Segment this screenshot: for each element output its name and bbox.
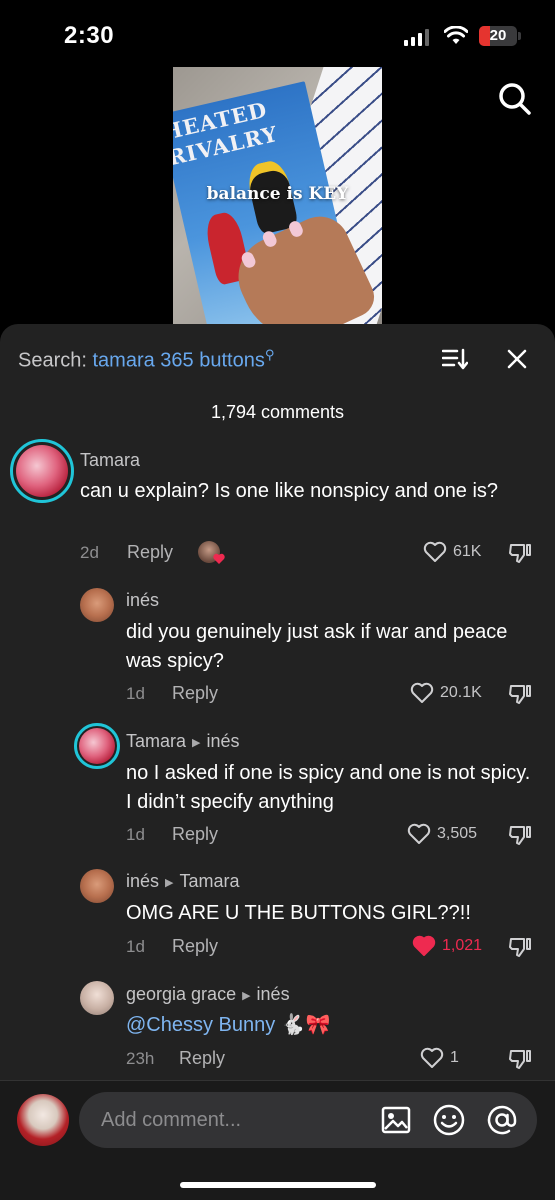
comment-emoji: 🐇🎀 (280, 1014, 331, 1036)
sort-icon[interactable] (442, 348, 468, 370)
dislike-icon[interactable] (508, 1048, 532, 1070)
avatar[interactable] (80, 869, 114, 903)
like-count: 1,021 (442, 937, 483, 954)
dislike-icon[interactable] (508, 683, 532, 705)
reply-button[interactable]: Reply (127, 542, 173, 563)
comment-age: 1d (126, 684, 145, 703)
close-icon[interactable] (506, 348, 528, 370)
search-icon[interactable] (498, 82, 532, 116)
status-time: 2:30 (64, 22, 115, 49)
heart-icon (423, 541, 447, 562)
search-query[interactable]: tamara 365 buttons (93, 350, 265, 372)
reply-button[interactable]: Reply (172, 683, 218, 704)
heart-icon (420, 1047, 444, 1068)
avatar[interactable] (16, 445, 68, 497)
mention-link[interactable]: @Chessy Bunny (126, 1014, 275, 1036)
dislike-icon[interactable] (508, 824, 532, 846)
heart-filled-icon (412, 935, 436, 956)
comment-text: @Chessy Bunny 🐇🎀 (126, 1011, 536, 1040)
search-label: Search: (18, 349, 87, 372)
comment-author[interactable]: Tamara (80, 450, 140, 471)
like-button[interactable]: 1 (420, 1047, 459, 1069)
status-bar: 2:30 20 (0, 0, 555, 70)
comment-text: can u explain? Is one like nonspicy and … (80, 480, 499, 502)
avatar[interactable] (79, 728, 115, 764)
search-small-icon: ⚲ (264, 347, 275, 362)
like-button[interactable]: 3,505 (407, 823, 477, 845)
at-icon[interactable] (485, 1103, 519, 1137)
comment-age: 1d (126, 825, 145, 844)
comment-age: 2d (80, 543, 99, 562)
reply-button[interactable]: Reply (179, 1048, 225, 1069)
wifi-icon (444, 26, 468, 44)
creator-heart-icon (213, 553, 225, 564)
dislike-icon[interactable] (508, 542, 532, 564)
comment-author[interactable]: inés (126, 590, 159, 611)
reply-arrow-icon: ▶ (242, 989, 251, 1002)
reply-button[interactable]: Reply (172, 936, 218, 957)
reply-arrow-icon: ▶ (165, 876, 174, 889)
home-indicator (180, 1182, 376, 1188)
comment-input[interactable] (101, 1092, 371, 1148)
heart-icon (410, 682, 434, 703)
avatar[interactable] (80, 981, 114, 1015)
reply-arrow-icon: ▶ (192, 736, 201, 749)
like-count: 3,505 (437, 825, 478, 842)
battery-icon: 20 (479, 26, 517, 46)
avatar[interactable] (80, 588, 114, 622)
battery-level: 20 (489, 27, 507, 44)
comment-search[interactable]: Search: tamara 365 buttons⚲ (18, 347, 274, 373)
like-button[interactable]: 1,021 (412, 935, 482, 957)
like-count: 61K (453, 543, 482, 560)
comment-age: 23h (126, 1049, 155, 1068)
cellular-signal-icon (404, 28, 429, 46)
comment-text: did you genuinely just ask if war and pe… (126, 621, 508, 672)
comment-age: 1d (126, 937, 145, 956)
reply-button[interactable]: Reply (172, 824, 218, 845)
like-button[interactable]: 61K (423, 541, 481, 563)
my-avatar (17, 1094, 69, 1146)
comment-text: OMG ARE U THE BUTTONS GIRL??!! (126, 902, 471, 924)
heart-icon (407, 823, 431, 844)
video-player[interactable]: HEATED RIVALRY balance is KEY (173, 67, 382, 325)
dislike-icon[interactable] (508, 936, 532, 958)
comment-author[interactable]: Tamara ▶ inés (126, 731, 240, 752)
image-icon[interactable] (379, 1103, 413, 1137)
comment-input-container[interactable] (79, 1092, 537, 1148)
comment-author[interactable]: inés ▶ Tamara (126, 871, 240, 892)
comment-text: no I asked if one is spicy and one is no… (126, 762, 531, 813)
comment-count: 1,794 comments (210, 402, 345, 422)
emoji-icon[interactable] (432, 1103, 466, 1137)
video-caption: balance is KEY (206, 184, 349, 204)
like-count: 1 (450, 1049, 459, 1066)
comment-author[interactable]: georgia grace ▶ inés (126, 984, 290, 1005)
like-button[interactable]: 20.1K (410, 682, 482, 704)
like-count: 20.1K (440, 684, 482, 701)
